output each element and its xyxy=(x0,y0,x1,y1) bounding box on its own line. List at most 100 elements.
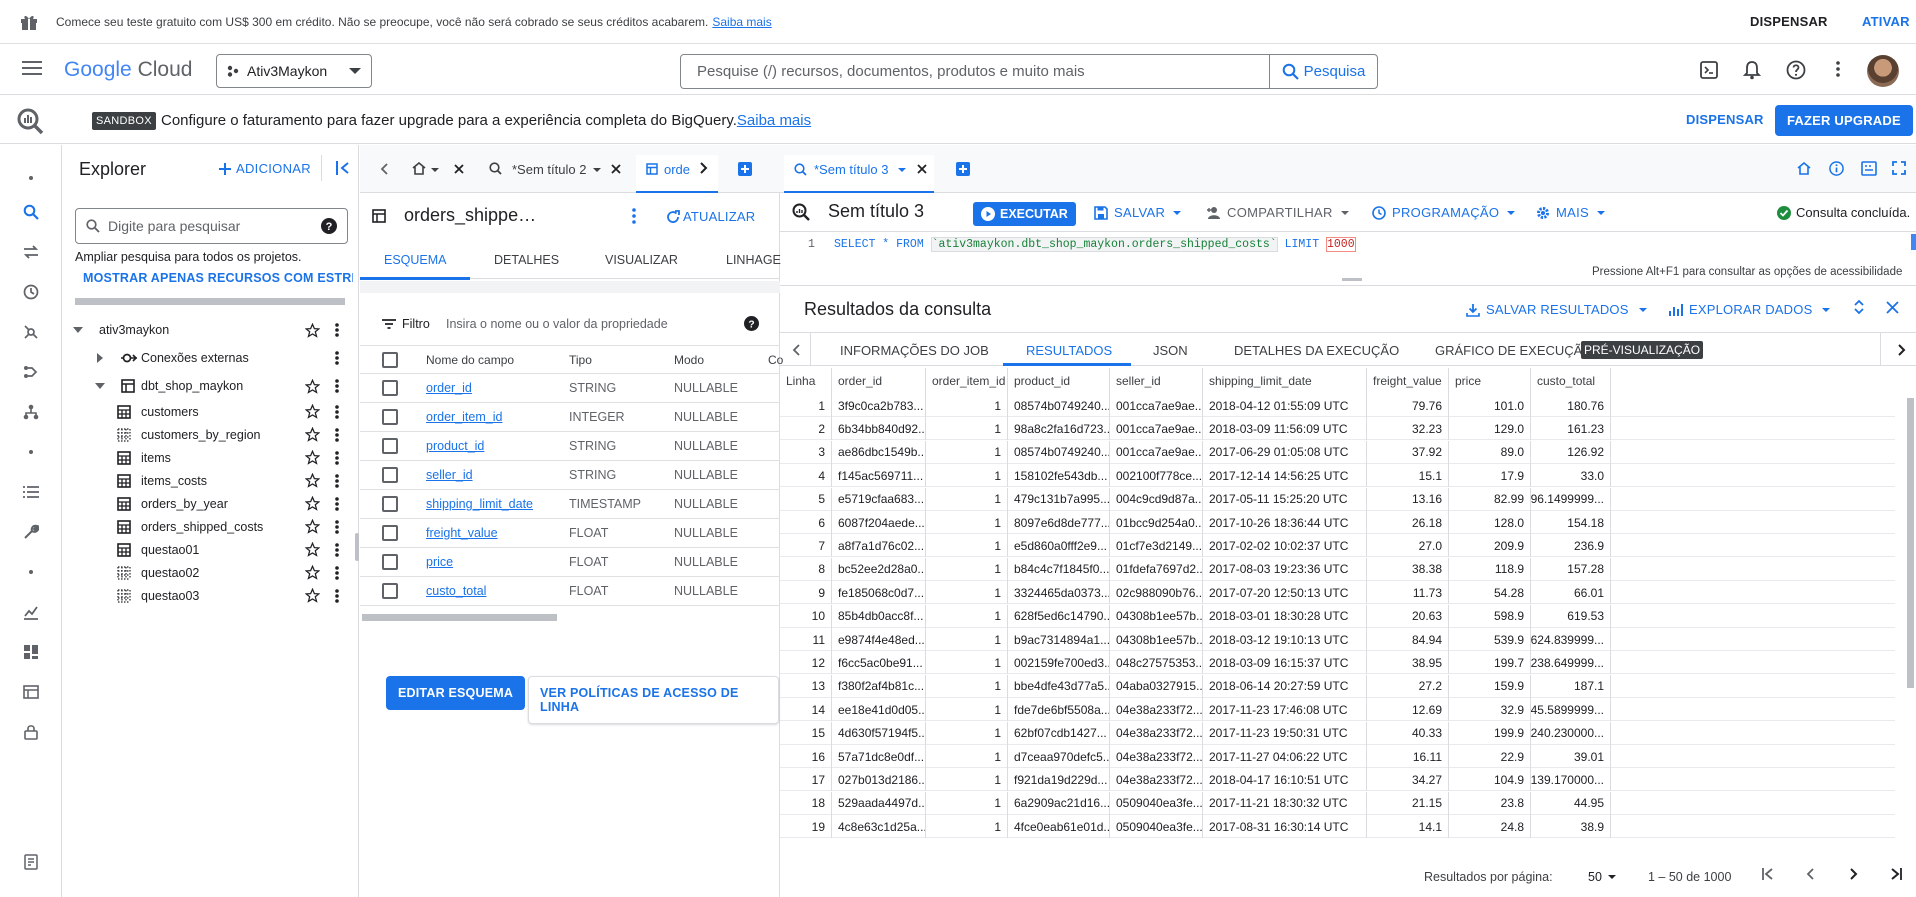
table-row[interactable]: 5 e5719cfaa683... 1 479c131b7a995... 004c9cd… xyxy=(780,487,1895,511)
table-row[interactable]: 7 a8f7a1d76c02... 1 e5d860a0fff2e9... 01cf7e… xyxy=(780,534,1895,558)
tree-table-row[interactable]: questao01 xyxy=(63,538,353,561)
tab-orders-table[interactable]: orde xyxy=(636,155,718,193)
next-page-icon[interactable] xyxy=(1850,868,1858,880)
explorer-search-input[interactable]: Digite para pesquisar xyxy=(108,218,240,234)
home-icon[interactable] xyxy=(412,162,426,175)
tree-table-row[interactable]: questao03 xyxy=(63,584,353,607)
field-checkbox[interactable] xyxy=(382,409,398,425)
field-checkbox[interactable] xyxy=(382,525,398,541)
table-row[interactable]: 17 027b013d2186... 1 f921da19d229d... 04e38a… xyxy=(780,768,1895,792)
caret-down-icon[interactable] xyxy=(898,168,906,172)
new-tab-icon[interactable] xyxy=(738,162,752,176)
panel-resize-handle[interactable] xyxy=(355,533,359,561)
more-vert-icon[interactable] xyxy=(1836,61,1840,77)
table-row[interactable]: 4 f145ac569711... 1 158102fe543db... 002100f… xyxy=(780,464,1895,488)
menu-icon[interactable] xyxy=(22,60,42,76)
horizontal-scrollbar[interactable] xyxy=(75,298,345,305)
tab-json[interactable]: JSON xyxy=(1153,343,1188,358)
caret-down-icon[interactable] xyxy=(95,383,105,389)
table-row[interactable]: 12 f6cc5ac0be91... 1 002159fe700ed3... 048c2… xyxy=(780,651,1895,675)
column-header[interactable]: freight_value xyxy=(1367,368,1449,394)
editor-resize-handle[interactable] xyxy=(1342,278,1362,281)
save-results-button[interactable]: SALVAR RESULTADOS xyxy=(1466,302,1647,317)
caret-down-icon[interactable] xyxy=(73,327,83,333)
tab-job-info[interactable]: INFORMAÇÕES DO JOB xyxy=(840,343,989,358)
sandbox-link[interactable]: Saiba mais xyxy=(737,112,811,129)
column-header[interactable]: seller_id xyxy=(1110,368,1203,394)
more-vert-icon[interactable] xyxy=(335,565,339,580)
tree-table-row[interactable]: questao02 xyxy=(63,561,353,584)
table-row[interactable]: 1 3f9c0ca2b783... 1 08574b0749240... 001cca7… xyxy=(780,394,1895,417)
wrench-icon[interactable] xyxy=(20,521,42,543)
more-vert-icon[interactable] xyxy=(335,473,339,488)
help-icon[interactable]: ? xyxy=(744,316,759,331)
tab-visualizar[interactable]: VISUALIZAR xyxy=(605,253,678,267)
table-row[interactable]: 6 6087f204aede... 1 8097e6d8de777... 01bcc9d… xyxy=(780,511,1895,534)
tree-table-row[interactable]: orders_by_year xyxy=(63,492,353,515)
star-icon[interactable] xyxy=(305,519,320,534)
more-vert-icon[interactable] xyxy=(632,208,636,224)
tab-detalhes[interactable]: DETALHES xyxy=(494,253,559,267)
lock-icon[interactable] xyxy=(20,721,42,743)
chevron-left-icon[interactable] xyxy=(380,163,388,175)
star-icon[interactable] xyxy=(305,378,320,394)
table-row[interactable]: 8 bc52ee2d28a0... 1 b84c4c7f1845f0... 01fdef… xyxy=(780,557,1895,581)
field-name-link[interactable]: price xyxy=(426,555,453,569)
horizontal-scrollbar[interactable] xyxy=(362,614,557,621)
home-icon[interactable] xyxy=(1797,162,1811,175)
promo-dismiss-button[interactable]: DISPENSAR xyxy=(1750,14,1828,29)
table-row[interactable]: 18 529aada4497d... 1 6a2909ac21d16... 050904… xyxy=(780,791,1895,815)
tree-dataset-row[interactable]: dbt_shop_maykon xyxy=(63,372,353,400)
table-row[interactable]: 16 57a71dc8e0df... 1 d7ceaa970defc5... 04e38… xyxy=(780,745,1895,768)
pipeline-icon[interactable] xyxy=(20,361,42,383)
field-name-link[interactable]: freight_value xyxy=(426,526,498,540)
explorer-search[interactable]: Digite para pesquisar ? xyxy=(75,208,348,244)
schedule-button[interactable]: PROGRAMAÇÃO xyxy=(1372,205,1516,220)
close-icon[interactable] xyxy=(611,164,621,174)
table-row[interactable]: 13 f380f2af4b81c... 1 bbe4dfe43d77a5... 04ab… xyxy=(780,674,1895,698)
more-button[interactable]: MAIS xyxy=(1536,205,1605,220)
tab-execution-graph[interactable]: GRÁFICO DE EXECUÇÃO xyxy=(1435,343,1592,358)
monitoring-icon[interactable] xyxy=(20,601,42,623)
star-icon[interactable] xyxy=(305,565,320,580)
star-icon[interactable] xyxy=(305,450,320,465)
filter-input[interactable]: Insira o nome ou o valor da propriedade xyxy=(446,317,668,331)
field-name-link[interactable]: custo_total xyxy=(426,584,486,598)
notifications-icon[interactable] xyxy=(1743,60,1761,80)
more-vert-icon[interactable] xyxy=(335,542,339,557)
table-view-icon[interactable] xyxy=(20,681,42,703)
explore-data-button[interactable]: EXPLORAR DADOS xyxy=(1669,302,1831,317)
field-checkbox[interactable] xyxy=(382,467,398,483)
refresh-button[interactable]: ATUALIZAR xyxy=(666,209,755,224)
tab-execution-details[interactable]: DETALHES DA EXECUÇÃO xyxy=(1234,343,1399,358)
more-vert-icon[interactable] xyxy=(335,450,339,465)
field-checkbox[interactable] xyxy=(382,438,398,454)
first-page-icon[interactable] xyxy=(1762,868,1774,880)
more-vert-icon[interactable] xyxy=(335,323,339,337)
share-button[interactable]: COMPARTILHAR xyxy=(1206,205,1349,220)
field-name-link[interactable]: order_id xyxy=(426,381,472,395)
save-button[interactable]: SALVAR xyxy=(1094,205,1182,220)
analytics-hub-icon[interactable] xyxy=(20,321,42,343)
table-row[interactable]: 3 ae86dbc1549b... 1 08574b0749240... 001cca7… xyxy=(780,440,1895,464)
help-icon[interactable] xyxy=(1786,60,1806,80)
history-icon[interactable] xyxy=(20,281,42,303)
star-icon[interactable] xyxy=(305,473,320,488)
hierarchy-icon[interactable] xyxy=(20,401,42,423)
more-vert-icon[interactable] xyxy=(335,519,339,534)
more-vert-icon[interactable] xyxy=(335,588,339,603)
per-page-select[interactable]: 50 xyxy=(1588,870,1616,884)
google-cloud-logo[interactable]: Google Cloud xyxy=(64,58,192,82)
tree-table-row[interactable]: customers xyxy=(63,400,353,423)
column-header[interactable]: shipping_limit_date xyxy=(1203,368,1367,394)
tab-esquema[interactable]: ESQUEMA xyxy=(384,253,447,267)
star-icon[interactable] xyxy=(305,404,320,419)
caret-down-icon[interactable] xyxy=(593,168,601,172)
add-button[interactable]: ADICIONAR xyxy=(219,161,311,176)
last-page-icon[interactable] xyxy=(1890,868,1902,880)
field-name-link[interactable]: shipping_limit_date xyxy=(426,497,533,511)
edit-schema-button[interactable]: EDITAR ESQUEMA xyxy=(386,676,526,710)
keyboard-icon[interactable] xyxy=(1861,161,1877,176)
chevron-left-icon[interactable] xyxy=(792,344,800,356)
field-checkbox[interactable] xyxy=(382,583,398,599)
